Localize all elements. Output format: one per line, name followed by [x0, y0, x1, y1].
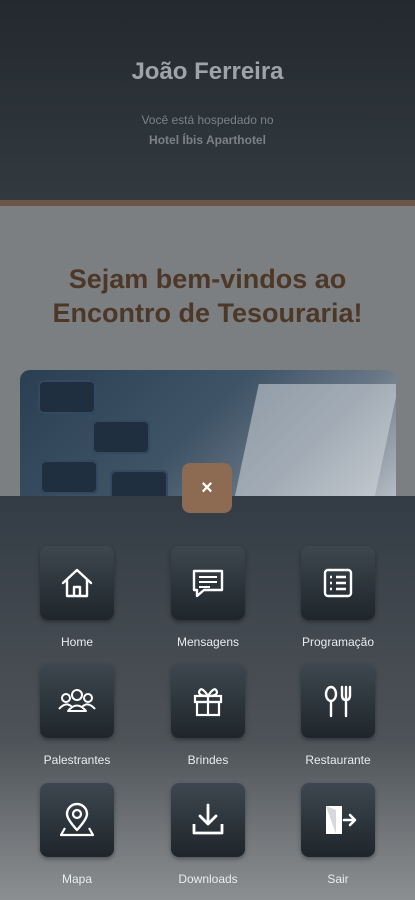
menu-item-sair[interactable]: Sair: [298, 783, 378, 886]
menu-label: Restaurante: [305, 753, 371, 767]
profile-header: João Ferreira Você está hospedado no Hot…: [0, 0, 415, 200]
menu-label: Palestrantes: [43, 753, 111, 767]
download-icon: [192, 803, 224, 835]
document-paper: [233, 384, 396, 504]
menu-item-mapa[interactable]: Mapa: [37, 783, 117, 886]
people-icon: [58, 689, 96, 712]
menu-tile[interactable]: [301, 546, 375, 620]
menu-tile[interactable]: [171, 664, 245, 738]
map-pin-icon: [59, 802, 95, 837]
exit-icon: [326, 806, 357, 834]
menu-label: Sair: [327, 872, 349, 886]
menu-item-brindes[interactable]: Brindes: [168, 664, 248, 767]
menu-label: Home: [60, 635, 93, 649]
menu-item-programacao[interactable]: Programação: [298, 546, 378, 649]
menu-tile[interactable]: [171, 546, 245, 620]
menu-item-home[interactable]: Home: [37, 546, 117, 649]
close-menu-button[interactable]: ×: [182, 463, 232, 513]
welcome-line-2: Encontro de Tesouraria!: [52, 298, 363, 328]
menu-tile[interactable]: [40, 664, 114, 738]
menu-label: Mensagens: [176, 635, 240, 649]
menu-item-downloads[interactable]: Downloads: [168, 783, 248, 886]
menu-tile[interactable]: [301, 664, 375, 738]
menu-item-mensagens[interactable]: Mensagens: [168, 546, 248, 649]
calculator-key: [92, 420, 150, 454]
menu-item-restaurante[interactable]: Restaurante: [298, 664, 378, 767]
menu-tile[interactable]: [171, 783, 245, 857]
menu-label: Mapa: [61, 872, 93, 886]
message-icon: [192, 569, 224, 598]
menu-item-palestrantes[interactable]: Palestrantes: [37, 664, 117, 767]
menu-label: Programação: [301, 635, 375, 649]
welcome-line-1: Sejam bem-vindos ao: [68, 264, 347, 294]
guest-name: João Ferreira: [131, 58, 284, 85]
gift-icon: [193, 688, 223, 717]
restaurant-icon: [324, 685, 352, 718]
menu-tile[interactable]: [40, 546, 114, 620]
stay-prefix: Você está hospedado no: [141, 113, 274, 127]
home-icon: [61, 568, 93, 598]
calculator-key: [40, 460, 98, 494]
hotel-name: Hotel Íbis Aparthotel: [149, 133, 266, 147]
welcome-title: Sejam bem-vindos ao Encontro de Tesourar…: [20, 262, 395, 330]
menu-tile[interactable]: [40, 783, 114, 857]
calculator-key: [38, 380, 96, 414]
schedule-icon: [323, 568, 353, 598]
menu-label: Downloads: [178, 872, 238, 886]
menu-tile[interactable]: [301, 783, 375, 857]
menu-label: Brindes: [187, 753, 229, 767]
close-icon: ×: [201, 476, 213, 499]
